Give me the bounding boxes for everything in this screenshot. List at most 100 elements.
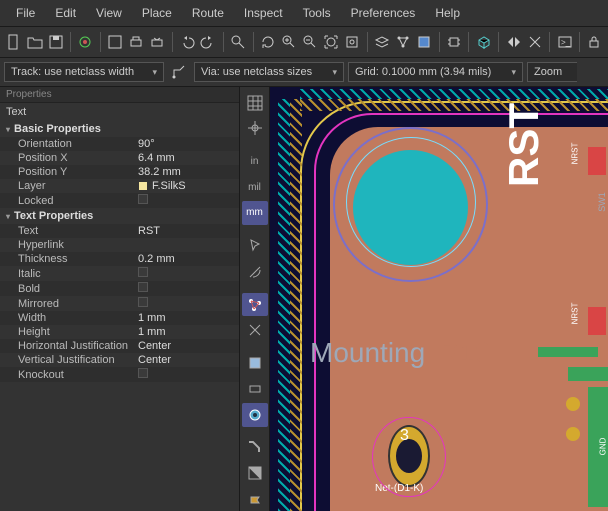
layer-swatch-icon — [138, 181, 148, 191]
mirror-v-icon[interactable] — [525, 30, 544, 54]
prop-hjust: Horizontal Justification — [18, 340, 138, 352]
grid-combo[interactable]: Grid: 0.1000 mm (3.94 mils)▾ — [348, 62, 523, 82]
pad-nrst-1 — [588, 147, 606, 175]
zone-display-icon[interactable] — [242, 352, 268, 376]
curved-ratsnest-icon[interactable] — [242, 318, 268, 342]
prop-posx: Position X — [18, 152, 138, 164]
val-posx[interactable]: 6.4 mm — [138, 152, 235, 164]
options-bar: Track: use netclass width▾ Via: use netc… — [0, 58, 608, 87]
val-width[interactable]: 1 mm — [138, 312, 235, 324]
settings-icon[interactable] — [76, 30, 95, 54]
menu-tools[interactable]: Tools — [295, 4, 339, 22]
3d-icon[interactable] — [474, 30, 493, 54]
via-display-icon[interactable] — [242, 403, 268, 427]
mirror-checkbox[interactable] — [138, 297, 148, 307]
layers-icon[interactable] — [372, 30, 391, 54]
zoom-in-icon[interactable] — [280, 30, 299, 54]
trace-1 — [538, 347, 598, 357]
units-in-icon[interactable]: in — [242, 150, 268, 174]
lock-icon[interactable] — [585, 30, 604, 54]
val-hjust[interactable]: Center — [138, 340, 235, 352]
menu-help[interactable]: Help — [427, 4, 468, 22]
open-icon[interactable] — [25, 30, 44, 54]
ratsnest-icon[interactable] — [394, 30, 413, 54]
main-toolbar: >_ — [0, 27, 608, 58]
prop-posy: Position Y — [18, 166, 138, 178]
net-gnd: GND — [599, 438, 608, 456]
locked-checkbox[interactable] — [138, 194, 148, 204]
cursor-icon[interactable] — [242, 234, 268, 258]
val-thick[interactable]: 0.2 mm — [138, 253, 235, 265]
script-icon[interactable]: >_ — [555, 30, 574, 54]
undo-icon[interactable] — [178, 30, 197, 54]
find-icon[interactable] — [229, 30, 248, 54]
svg-text:>_: >_ — [561, 38, 571, 47]
mounting-hole — [353, 150, 468, 265]
silk-text-mounting: Mounting R10 — [310, 337, 491, 370]
bold-checkbox[interactable] — [138, 282, 148, 292]
basic-props-header[interactable]: Basic Properties — [0, 121, 239, 137]
zoom-fit-icon[interactable] — [322, 30, 341, 54]
prop-height: Height — [18, 326, 138, 338]
auto-track-icon[interactable] — [168, 61, 190, 83]
via-2 — [566, 427, 580, 441]
menu-edit[interactable]: Edit — [47, 4, 84, 22]
fill-zones-icon[interactable] — [415, 30, 434, 54]
prop-layer: Layer — [18, 180, 138, 192]
prop-text: Text — [18, 225, 138, 237]
text-props-header[interactable]: Text Properties — [0, 208, 239, 224]
ref-sw1: SW1 — [597, 192, 607, 212]
menu-file[interactable]: File — [8, 4, 43, 22]
val-vjust[interactable]: Center — [138, 354, 235, 366]
units-mil-icon[interactable]: mil — [242, 175, 268, 199]
prop-width: Width — [18, 312, 138, 324]
val-orientation[interactable]: 90° — [138, 138, 235, 150]
val-text[interactable]: RST — [138, 225, 235, 237]
italic-checkbox[interactable] — [138, 267, 148, 277]
prop-italic: Italic — [18, 268, 138, 280]
val-posy[interactable]: 38.2 mm — [138, 166, 235, 178]
zoom-sel-icon[interactable] — [343, 30, 362, 54]
left-toolbar: in mil mm — [240, 87, 270, 511]
track-width-combo[interactable]: Track: use netclass width▾ — [4, 62, 164, 82]
track-display-icon[interactable] — [242, 436, 268, 460]
prop-locked: Locked — [18, 195, 138, 207]
units-mm-icon[interactable]: mm — [242, 201, 268, 225]
silk-text-rst: RST — [500, 103, 548, 187]
ratsnest-toggle-icon[interactable] — [242, 293, 268, 317]
prop-vjust: Vertical Justification — [18, 354, 138, 366]
trace-2 — [568, 367, 608, 381]
pad-courtyard — [372, 417, 446, 497]
menu-view[interactable]: View — [88, 4, 130, 22]
mirror-h-icon[interactable] — [504, 30, 523, 54]
new-icon[interactable] — [4, 30, 23, 54]
contrast-icon[interactable] — [242, 462, 268, 486]
print-icon[interactable] — [127, 30, 146, 54]
polar-icon[interactable] — [242, 260, 268, 284]
via-size-combo[interactable]: Via: use netclass sizes▾ — [194, 62, 344, 82]
redo-icon[interactable] — [199, 30, 218, 54]
zoom-combo[interactable]: Zoom — [527, 62, 577, 82]
pad-display-icon[interactable] — [242, 377, 268, 401]
panel-title: Properties — [0, 87, 239, 103]
menu-place[interactable]: Place — [134, 4, 180, 22]
net-highlight-icon[interactable] — [242, 487, 268, 511]
refresh-icon[interactable] — [258, 30, 277, 54]
via-1 — [566, 397, 580, 411]
pad-nrst-2 — [588, 307, 606, 335]
save-icon[interactable] — [46, 30, 65, 54]
val-height[interactable]: 1 mm — [138, 326, 235, 338]
footprint-icon[interactable] — [444, 30, 463, 54]
pcb-canvas[interactable]: RST Mounting R10 NRST SW1 NRST GND 3 Net… — [270, 87, 608, 511]
val-layer[interactable]: F.SilkS — [138, 180, 235, 192]
knock-checkbox[interactable] — [138, 368, 148, 378]
menu-prefs[interactable]: Preferences — [343, 4, 424, 22]
menu-route[interactable]: Route — [184, 4, 232, 22]
grid-icon[interactable] — [242, 91, 268, 115]
page-icon[interactable] — [106, 30, 125, 54]
menu-inspect[interactable]: Inspect — [236, 4, 291, 22]
zoom-out-icon[interactable] — [301, 30, 320, 54]
grid-override-icon[interactable] — [242, 117, 268, 141]
plot-icon[interactable] — [148, 30, 167, 54]
prop-hyper: Hyperlink — [18, 239, 138, 251]
